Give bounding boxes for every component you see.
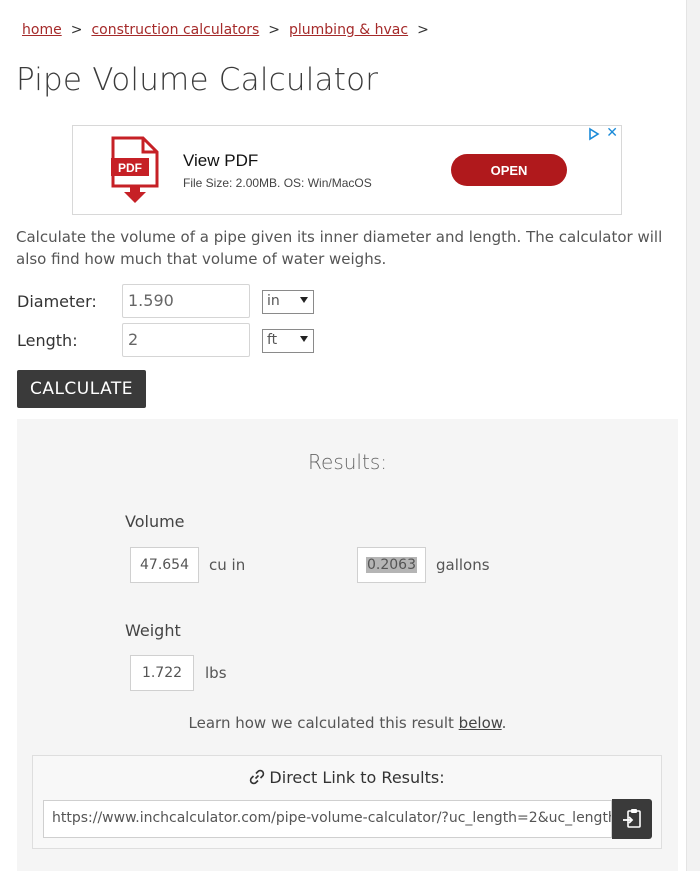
length-label: Length:: [17, 331, 78, 350]
volume-gallons-value: 0.2063: [366, 557, 417, 573]
breadcrumb-plumbing-hvac[interactable]: plumbing & hvac: [289, 22, 408, 38]
pdf-icon-label: PDF: [118, 161, 142, 175]
direct-link-title-text: Direct Link to Results:: [269, 768, 445, 787]
breadcrumb-separator: >: [70, 22, 83, 38]
breadcrumb-home[interactable]: home: [22, 22, 62, 38]
length-unit-value: ft: [267, 332, 278, 348]
learn-how-text: Learn how we calculated this result belo…: [17, 714, 678, 732]
direct-link-panel: Direct Link to Results: https://www.inch…: [32, 755, 662, 849]
page-frame: home > construction calculators > plumbing &…: [0, 0, 687, 871]
breadcrumb-separator: >: [417, 22, 429, 38]
direct-link-url-field[interactable]: https://www.inchcalculator.com/pipe-volu…: [43, 800, 612, 838]
chevron-down-icon: [300, 297, 308, 303]
ad-title: View PDF: [183, 151, 259, 170]
direct-link-title: Direct Link to Results:: [33, 768, 661, 787]
diameter-input[interactable]: 1.590: [122, 284, 250, 318]
weight-lbs-output[interactable]: 1.722: [130, 655, 194, 691]
calculate-button[interactable]: CALCULATE: [17, 370, 146, 408]
clipboard-icon: [623, 809, 641, 828]
volume-label: Volume: [125, 512, 185, 531]
weight-label: Weight: [125, 621, 181, 640]
diameter-unit-value: in: [267, 293, 280, 309]
breadcrumb-construction-calculators[interactable]: construction calculators: [91, 22, 259, 38]
chevron-down-icon: [300, 336, 308, 342]
volume-cu-in-output[interactable]: 47.654: [130, 547, 199, 583]
length-input[interactable]: 2: [122, 323, 250, 357]
breadcrumb-separator: >: [268, 22, 280, 38]
learn-suffix: .: [501, 714, 507, 732]
breadcrumb: home > construction calculators > plumbing &…: [22, 22, 438, 38]
volume-gallons-unit: gallons: [436, 556, 490, 574]
learn-prefix: Learn how we calculated this result: [188, 714, 459, 732]
link-icon: [250, 769, 265, 785]
page-title: Pipe Volume Calculator: [16, 62, 379, 98]
volume-gallons-output[interactable]: 0.2063: [357, 547, 426, 583]
copy-link-button[interactable]: [612, 799, 652, 839]
volume-cu-in-unit: cu in: [209, 556, 246, 574]
ad-close-icon[interactable]: ✕: [606, 125, 618, 141]
diameter-label: Diameter:: [17, 292, 97, 311]
results-panel: Results: Volume 47.654 cu in 0.2063 gall…: [17, 419, 678, 871]
advertisement-banner[interactable]: PDF View PDF File Size: 2.00MB. OS: Win/…: [72, 125, 622, 215]
ad-subtitle: File Size: 2.00MB. OS: Win/MacOS: [183, 176, 372, 190]
length-unit-select[interactable]: ft: [262, 329, 314, 353]
weight-unit: lbs: [205, 664, 227, 682]
learn-below-link[interactable]: below: [459, 714, 502, 732]
page-edge-strip: [687, 0, 700, 871]
results-title: Results:: [308, 450, 387, 474]
diameter-unit-select[interactable]: in: [262, 290, 314, 314]
calculator-description: Calculate the volume of a pipe given its…: [16, 228, 663, 268]
adchoices-icon[interactable]: [587, 127, 601, 141]
ad-open-button[interactable]: OPEN: [451, 154, 567, 186]
pdf-file-icon: PDF: [111, 136, 159, 203]
